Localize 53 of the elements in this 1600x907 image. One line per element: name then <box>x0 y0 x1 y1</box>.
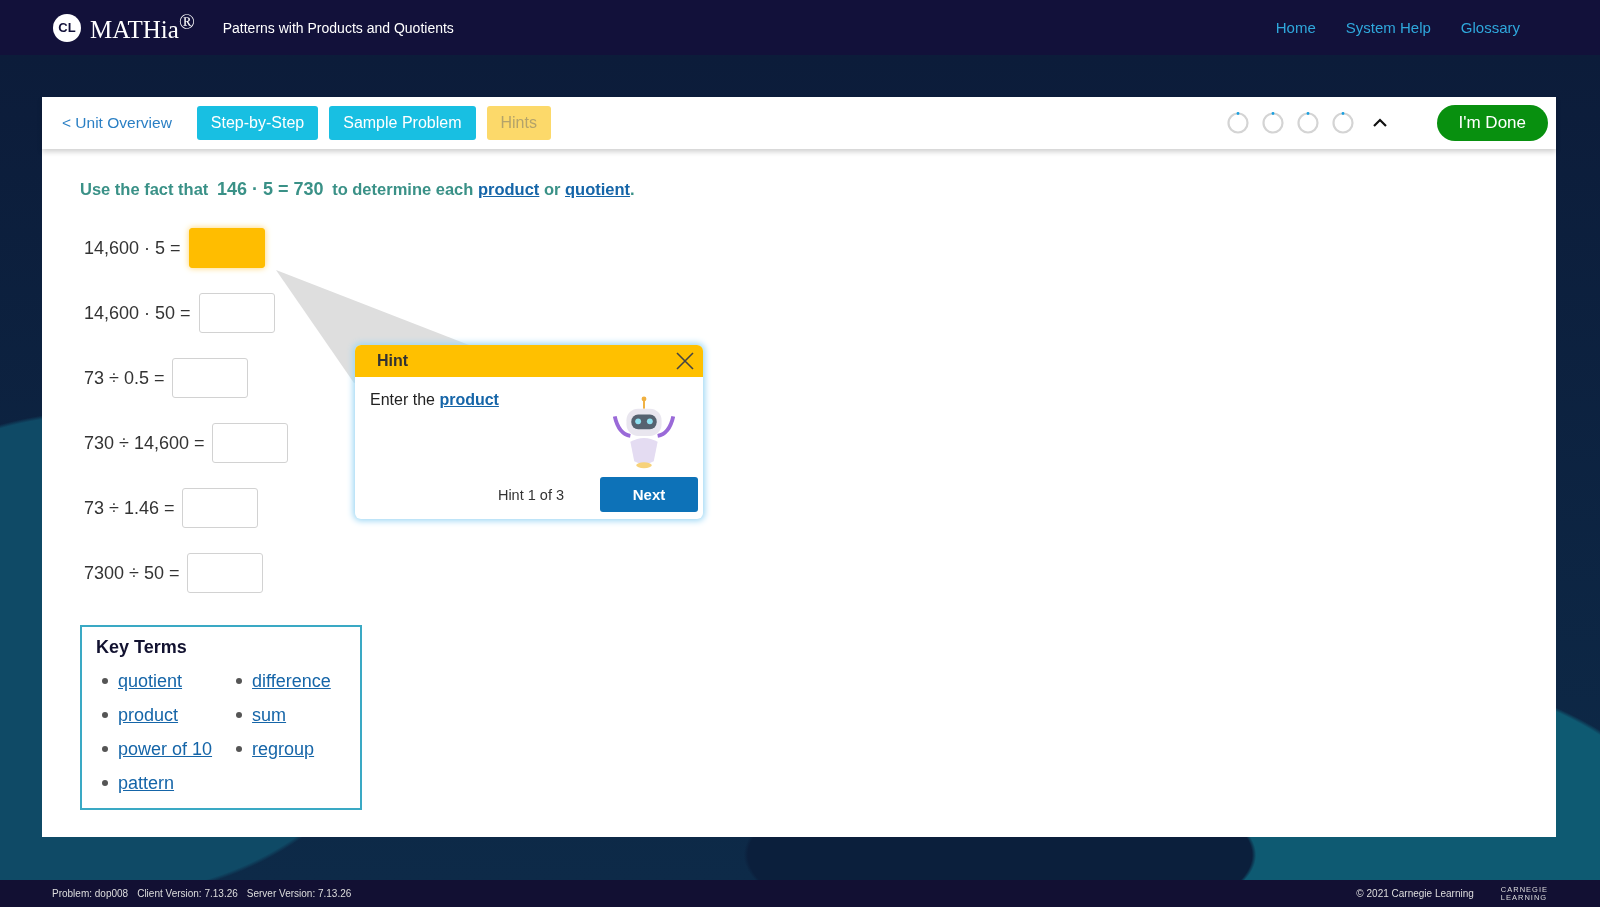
term-link[interactable]: quotient <box>565 180 631 198</box>
nav-link[interactable]: Glossary <box>1460 19 1520 36</box>
math-expression: 7300 ÷ 50 = <box>84 562 180 584</box>
bullet-icon <box>236 678 243 684</box>
math-expression: 73 ÷ 1.46 = <box>84 497 175 519</box>
math-expression: 14,600 · 5 = <box>84 237 181 259</box>
term-link[interactable]: power of 10 <box>118 738 213 760</box>
term-link[interactable]: regroup <box>252 738 315 760</box>
lesson-title: Patterns with Products and Quotients <box>222 19 454 36</box>
math-expression: 14,600 · 50 = <box>84 302 191 324</box>
answer-field[interactable] <box>172 358 249 398</box>
answer-field[interactable] <box>182 488 259 528</box>
hint-title: Hint <box>377 352 409 370</box>
term-link[interactable]: product <box>439 391 499 408</box>
term-link[interactable]: quotient <box>118 670 183 692</box>
term-link[interactable]: product <box>477 180 540 198</box>
term-link[interactable]: pattern <box>118 772 175 794</box>
term-link[interactable]: sum <box>252 704 287 726</box>
progress-ring-icon <box>1225 111 1250 135</box>
bullet-icon <box>102 712 108 718</box>
answer-field[interactable] <box>212 423 289 463</box>
nav-link[interactable]: System Help <box>1345 19 1431 36</box>
panel-title: Key Terms <box>96 637 188 658</box>
progress-ring-icon <box>1295 111 1320 135</box>
version-info: Client Version: 7.13.26 <box>137 888 238 899</box>
copyright-text: © 2021 Carnegie Learning <box>1356 888 1474 899</box>
instruction-text: Use the fact that 146 · 5 = 730 to determine each product or quotient. <box>80 179 636 200</box>
hint-counter: Hint 1 of 3 <box>497 486 564 503</box>
term-link[interactable]: product <box>118 704 179 726</box>
math-expression: 73 ÷ 0.5 = <box>84 367 165 389</box>
close-icon[interactable] <box>675 351 695 371</box>
version-info: Server Version: 7.13.26 <box>246 888 352 899</box>
hint-text: Enter the product <box>370 391 499 410</box>
logo-icon: CL <box>53 13 81 42</box>
back-link[interactable]: < Unit Overview <box>62 114 172 132</box>
answer-field[interactable] <box>188 228 265 268</box>
math-expression: 730 ÷ 14,600 = <box>84 432 205 454</box>
nav-link[interactable]: Home <box>1275 19 1316 36</box>
bullet-icon <box>102 780 108 786</box>
next-button[interactable]: Next <box>600 477 698 512</box>
bullet-icon <box>236 712 243 718</box>
version-info: Problem: dop008 <box>52 888 129 899</box>
term-link[interactable]: difference <box>252 670 331 692</box>
bullet-icon <box>102 746 108 752</box>
answer-field[interactable] <box>187 553 264 593</box>
answer-field[interactable] <box>198 293 275 333</box>
chevron-up-icon[interactable] <box>1371 118 1388 128</box>
done-button[interactable]: I'm Done <box>1436 105 1548 141</box>
bullet-icon <box>102 678 108 684</box>
app-logo: MATHia$^{®}$ <box>90 10 195 45</box>
progress-ring-icon <box>1260 111 1285 135</box>
bullet-icon <box>236 746 243 752</box>
progress-ring-icon <box>1330 111 1355 135</box>
